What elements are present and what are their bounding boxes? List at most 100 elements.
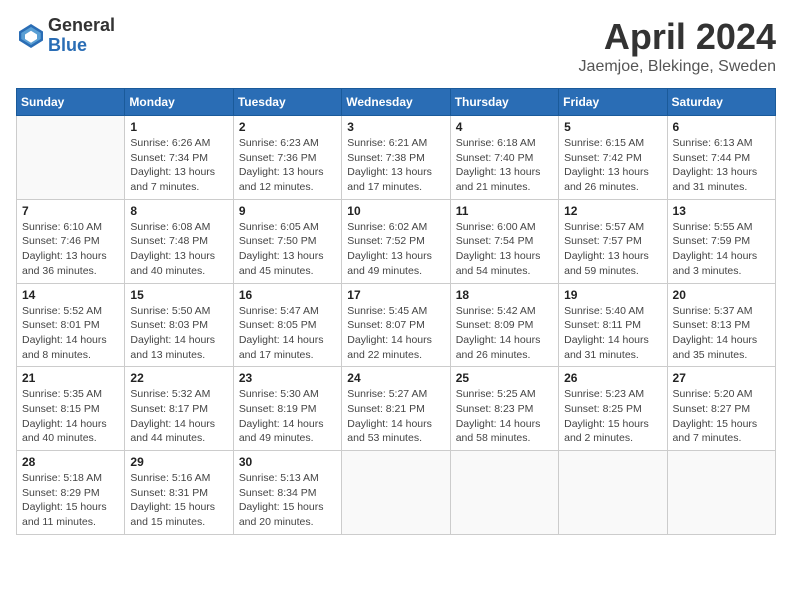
calendar-cell: 19Sunrise: 5:40 AMSunset: 8:11 PMDayligh… xyxy=(559,283,667,367)
day-number: 2 xyxy=(239,120,336,134)
calendar-body: 1Sunrise: 6:26 AMSunset: 7:34 PMDaylight… xyxy=(17,116,776,535)
day-detail: Sunrise: 5:35 AMSunset: 8:15 PMDaylight:… xyxy=(22,387,119,446)
day-number: 17 xyxy=(347,288,444,302)
day-number: 8 xyxy=(130,204,227,218)
header-cell-friday: Friday xyxy=(559,89,667,116)
calendar-cell: 23Sunrise: 5:30 AMSunset: 8:19 PMDayligh… xyxy=(233,367,341,451)
calendar-cell: 30 Sunrise: 5:13 AMSunset: 8:34 PMDayligh… xyxy=(233,451,341,535)
day-detail: Sunrise: 5:32 AMSunset: 8:17 PMDaylight:… xyxy=(130,387,227,446)
day-number: 24 xyxy=(347,371,444,385)
day-detail: Sunrise: 5:55 AMSunset: 7:59 PMDaylight:… xyxy=(673,220,770,279)
calendar-week-1: 1Sunrise: 6:26 AMSunset: 7:34 PMDaylight… xyxy=(17,116,776,200)
calendar-cell: 21 Sunrise: 5:35 AMSunset: 8:15 PMDayligh… xyxy=(17,367,125,451)
day-number: 25 xyxy=(456,371,553,385)
day-detail: Sunrise: 5:25 AMSunset: 8:23 PMDaylight:… xyxy=(456,387,553,446)
calendar-cell: 6 Sunrise: 6:13 AMSunset: 7:44 PMDaylight… xyxy=(667,116,775,200)
calendar-cell: 2Sunrise: 6:23 AMSunset: 7:36 PMDaylight… xyxy=(233,116,341,200)
calendar-cell: 17 Sunrise: 5:45 AMSunset: 8:07 PMDayligh… xyxy=(342,283,450,367)
calendar-cell: 10Sunrise: 6:02 AMSunset: 7:52 PMDayligh… xyxy=(342,199,450,283)
calendar-cell: 15Sunrise: 5:50 AMSunset: 8:03 PMDayligh… xyxy=(125,283,233,367)
day-detail: Sunrise: 6:05 AMSunset: 7:50 PMDaylight:… xyxy=(239,220,336,279)
day-detail: Sunrise: 6:00 AMSunset: 7:54 PMDaylight:… xyxy=(456,220,553,279)
day-detail: Sunrise: 6:10 AMSunset: 7:46 PMDaylight:… xyxy=(22,220,119,279)
day-detail: Sunrise: 5:30 AMSunset: 8:19 PMDaylight:… xyxy=(239,387,336,446)
calendar-week-5: 28 Sunrise: 5:18 AMSunset: 8:29 PMDayligh… xyxy=(17,451,776,535)
calendar-title: April 2024 xyxy=(579,16,776,58)
day-detail: Sunrise: 5:23 AMSunset: 8:25 PMDaylight:… xyxy=(564,387,661,446)
calendar-cell: 27Sunrise: 5:20 AMSunset: 8:27 PMDayligh… xyxy=(667,367,775,451)
day-number: 9 xyxy=(239,204,336,218)
day-number: 28 xyxy=(22,455,119,469)
calendar-cell: 25 Sunrise: 5:25 AMSunset: 8:23 PMDayligh… xyxy=(450,367,558,451)
day-number: 18 xyxy=(456,288,553,302)
logo-general: General xyxy=(48,16,115,36)
day-detail: Sunrise: 5:16 AMSunset: 8:31 PMDaylight:… xyxy=(130,471,227,530)
day-detail: Sunrise: 5:13 AMSunset: 8:34 PMDaylight:… xyxy=(239,471,336,530)
calendar-cell xyxy=(342,451,450,535)
day-number: 14 xyxy=(22,288,119,302)
day-number: 13 xyxy=(673,204,770,218)
calendar-cell: 24Sunrise: 5:27 AMSunset: 8:21 PMDayligh… xyxy=(342,367,450,451)
day-detail: Sunrise: 5:37 AMSunset: 8:13 PMDaylight:… xyxy=(673,304,770,363)
calendar-cell: 1Sunrise: 6:26 AMSunset: 7:34 PMDaylight… xyxy=(125,116,233,200)
logo-blue: Blue xyxy=(48,36,115,56)
day-number: 11 xyxy=(456,204,553,218)
header-cell-sunday: Sunday xyxy=(17,89,125,116)
day-detail: Sunrise: 6:26 AMSunset: 7:34 PMDaylight:… xyxy=(130,136,227,195)
day-number: 22 xyxy=(130,371,227,385)
day-detail: Sunrise: 5:42 AMSunset: 8:09 PMDaylight:… xyxy=(456,304,553,363)
calendar-cell: 7Sunrise: 6:10 AMSunset: 7:46 PMDaylight… xyxy=(17,199,125,283)
day-number: 6 xyxy=(673,120,770,134)
calendar-cell: 20 Sunrise: 5:37 AMSunset: 8:13 PMDayligh… xyxy=(667,283,775,367)
calendar-cell: 3Sunrise: 6:21 AMSunset: 7:38 PMDaylight… xyxy=(342,116,450,200)
calendar-cell xyxy=(559,451,667,535)
day-number: 27 xyxy=(673,371,770,385)
day-detail: Sunrise: 6:18 AMSunset: 7:40 PMDaylight:… xyxy=(456,136,553,195)
day-number: 5 xyxy=(564,120,661,134)
day-number: 30 xyxy=(239,455,336,469)
day-detail: Sunrise: 6:21 AMSunset: 7:38 PMDaylight:… xyxy=(347,136,444,195)
calendar-table: SundayMondayTuesdayWednesdayThursdayFrid… xyxy=(16,88,776,535)
calendar-cell: 26Sunrise: 5:23 AMSunset: 8:25 PMDayligh… xyxy=(559,367,667,451)
calendar-cell: 11 Sunrise: 6:00 AMSunset: 7:54 PMDayligh… xyxy=(450,199,558,283)
day-number: 19 xyxy=(564,288,661,302)
logo-text: General Blue xyxy=(48,16,115,56)
title-block: April 2024 Jaemjoe, Blekinge, Sweden xyxy=(579,16,776,76)
day-detail: Sunrise: 5:52 AMSunset: 8:01 PMDaylight:… xyxy=(22,304,119,363)
day-number: 21 xyxy=(22,371,119,385)
calendar-cell xyxy=(17,116,125,200)
calendar-location: Jaemjoe, Blekinge, Sweden xyxy=(579,58,776,76)
calendar-header: SundayMondayTuesdayWednesdayThursdayFrid… xyxy=(17,89,776,116)
day-number: 20 xyxy=(673,288,770,302)
day-detail: Sunrise: 6:08 AMSunset: 7:48 PMDaylight:… xyxy=(130,220,227,279)
day-detail: Sunrise: 5:47 AMSunset: 8:05 PMDaylight:… xyxy=(239,304,336,363)
calendar-week-4: 21 Sunrise: 5:35 AMSunset: 8:15 PMDayligh… xyxy=(17,367,776,451)
header-cell-monday: Monday xyxy=(125,89,233,116)
logo: General Blue xyxy=(16,16,115,56)
calendar-cell: 8 Sunrise: 6:08 AMSunset: 7:48 PMDaylight… xyxy=(125,199,233,283)
calendar-cell: 29 Sunrise: 5:16 AMSunset: 8:31 PMDayligh… xyxy=(125,451,233,535)
calendar-cell: 5Sunrise: 6:15 AMSunset: 7:42 PMDaylight… xyxy=(559,116,667,200)
calendar-week-2: 7Sunrise: 6:10 AMSunset: 7:46 PMDaylight… xyxy=(17,199,776,283)
day-number: 15 xyxy=(130,288,227,302)
page-header: General Blue April 2024 Jaemjoe, Bleking… xyxy=(16,16,776,76)
calendar-cell xyxy=(450,451,558,535)
day-number: 4 xyxy=(456,120,553,134)
calendar-cell: 14 Sunrise: 5:52 AMSunset: 8:01 PMDayligh… xyxy=(17,283,125,367)
calendar-cell: 13 Sunrise: 5:55 AMSunset: 7:59 PMDayligh… xyxy=(667,199,775,283)
calendar-cell: 28 Sunrise: 5:18 AMSunset: 8:29 PMDayligh… xyxy=(17,451,125,535)
header-row: SundayMondayTuesdayWednesdayThursdayFrid… xyxy=(17,89,776,116)
calendar-cell: 9 Sunrise: 6:05 AMSunset: 7:50 PMDaylight… xyxy=(233,199,341,283)
day-number: 16 xyxy=(239,288,336,302)
day-number: 12 xyxy=(564,204,661,218)
day-detail: Sunrise: 6:13 AMSunset: 7:44 PMDaylight:… xyxy=(673,136,770,195)
day-detail: Sunrise: 5:57 AMSunset: 7:57 PMDaylight:… xyxy=(564,220,661,279)
day-detail: Sunrise: 5:45 AMSunset: 8:07 PMDaylight:… xyxy=(347,304,444,363)
calendar-cell xyxy=(667,451,775,535)
day-detail: Sunrise: 6:02 AMSunset: 7:52 PMDaylight:… xyxy=(347,220,444,279)
day-detail: Sunrise: 5:18 AMSunset: 8:29 PMDaylight:… xyxy=(22,471,119,530)
calendar-cell: 16 Sunrise: 5:47 AMSunset: 8:05 PMDayligh… xyxy=(233,283,341,367)
calendar-cell: 18 Sunrise: 5:42 AMSunset: 8:09 PMDayligh… xyxy=(450,283,558,367)
day-number: 29 xyxy=(130,455,227,469)
calendar-week-3: 14 Sunrise: 5:52 AMSunset: 8:01 PMDayligh… xyxy=(17,283,776,367)
